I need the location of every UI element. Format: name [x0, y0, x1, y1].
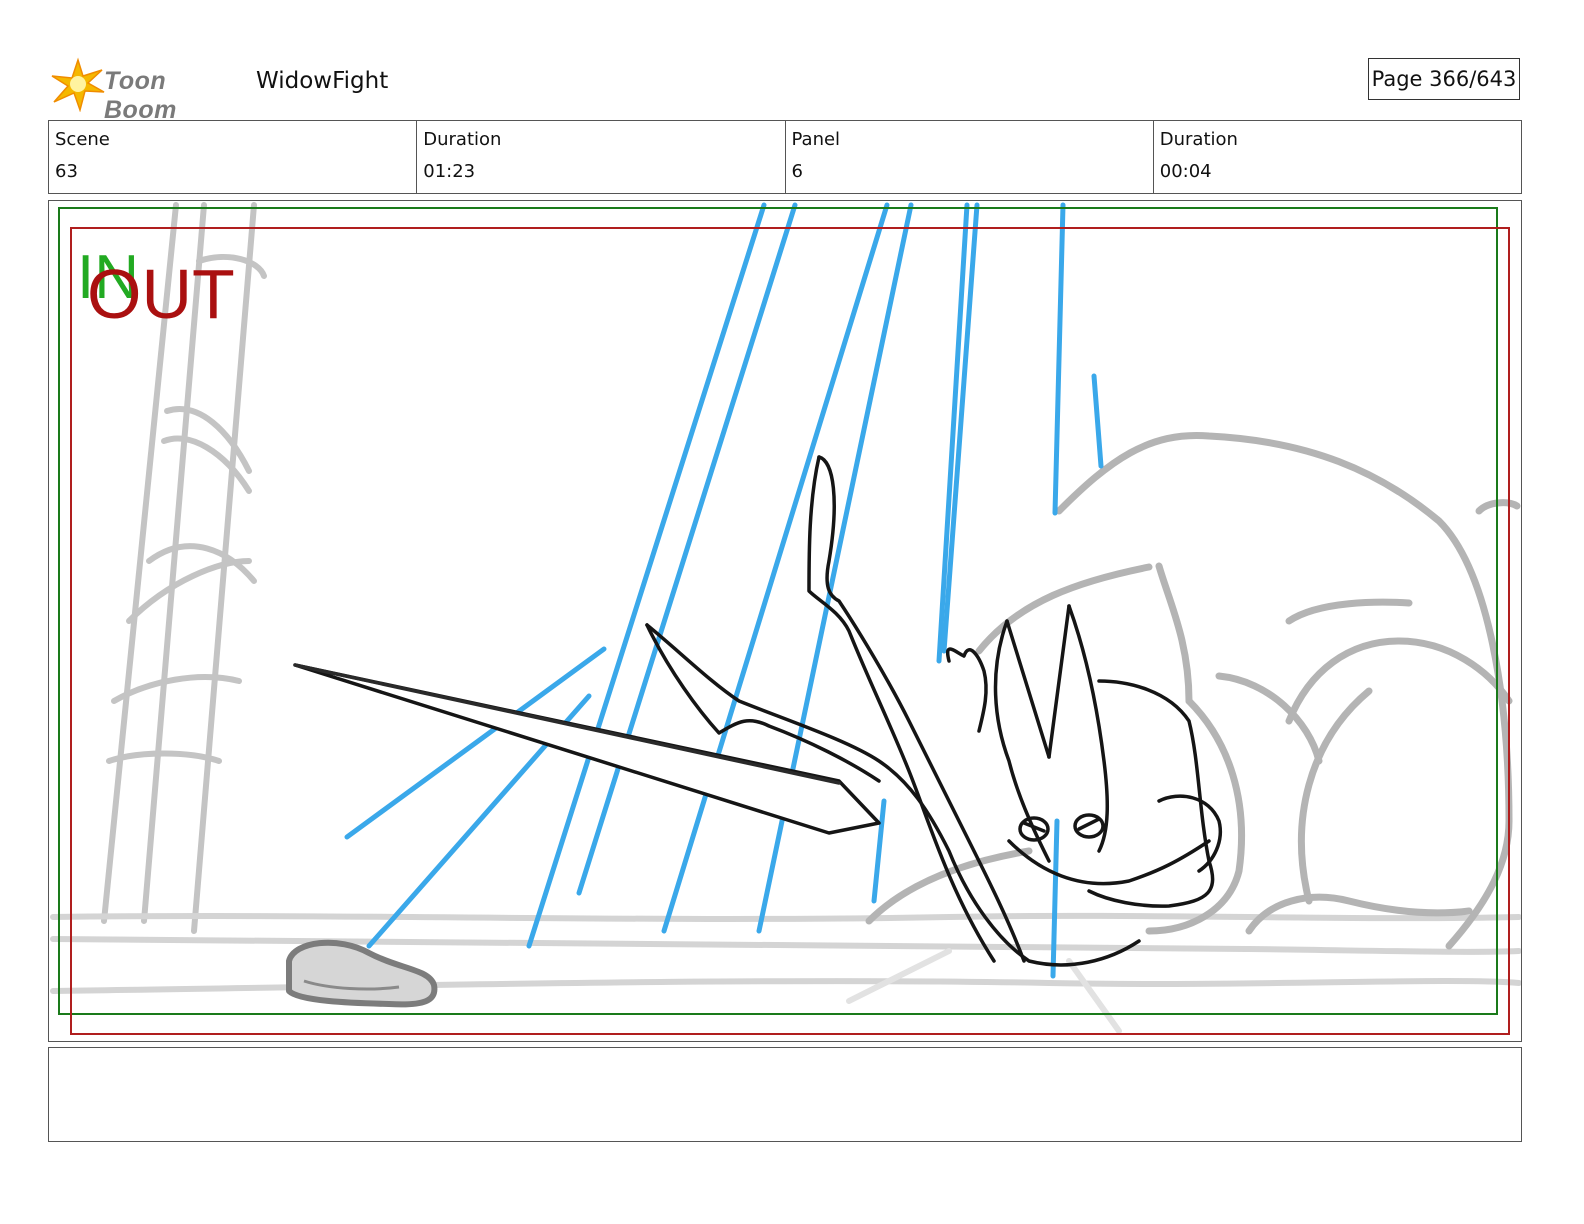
scene-duration-value: 01:23 — [423, 161, 476, 182]
storyboard-header: Toon Boom WidowFight Page 366/643 — [50, 54, 1538, 124]
scene-duration-label: Duration — [423, 129, 502, 150]
out-marker: OUT — [87, 255, 235, 333]
creature-sketch — [865, 431, 1521, 950]
scene-duration-cell: Duration 01:23 — [417, 121, 786, 193]
out-frame — [70, 227, 1510, 1035]
toon-boom-logo: Toon Boom — [50, 54, 240, 124]
scene-cell: Scene 63 — [49, 121, 418, 193]
panel-notes-box — [48, 1047, 1522, 1142]
rock-sketch — [286, 939, 438, 1008]
logo-star-icon — [51, 57, 105, 112]
panel-value: 6 — [791, 161, 803, 182]
panel-label: Panel — [791, 129, 841, 150]
logo-text: Toon Boom — [104, 67, 177, 124]
project-title: WidowFight — [256, 68, 389, 94]
scene-label: Scene — [55, 129, 110, 150]
panel-duration-value: 00:04 — [1159, 161, 1212, 182]
panel-duration-label: Duration — [1159, 129, 1238, 150]
scene-info-table: Scene 63 Duration 01:23 Panel 6 Duration… — [48, 120, 1522, 194]
panel-duration-cell: Duration 00:04 — [1154, 121, 1521, 193]
panel-sketch: IN OUT — [50, 202, 1521, 1035]
page-indicator: Page 366/643 — [1368, 58, 1520, 100]
scene-value: 63 — [55, 161, 78, 182]
panel-cell: Panel 6 — [786, 121, 1154, 193]
storyboard-panel: IN OUT — [48, 200, 1522, 1042]
character-sketch — [293, 455, 1222, 967]
in-frame — [58, 207, 1498, 1015]
